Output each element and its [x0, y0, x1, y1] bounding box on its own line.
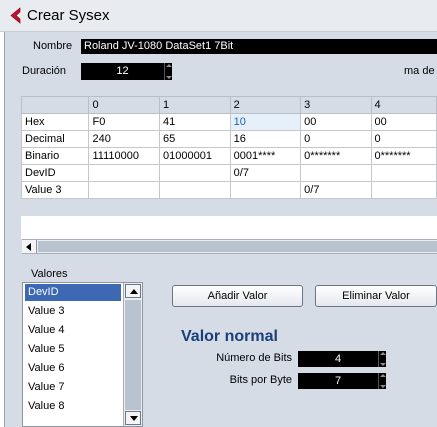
list-item[interactable]: Value 4: [25, 322, 121, 339]
list-item[interactable]: Value 8: [25, 398, 121, 415]
table-cell[interactable]: [300, 164, 372, 182]
table-cell[interactable]: [88, 164, 161, 182]
table-cell[interactable]: F0: [88, 113, 161, 131]
cubase-logo-icon: [10, 7, 21, 24]
checksum-label: ma de: [404, 65, 435, 77]
table-cell[interactable]: 11110000: [88, 147, 161, 165]
duration-stepper[interactable]: [164, 63, 172, 80]
name-field[interactable]: Roland JV-1080 DataSet1 7Bit: [81, 39, 437, 54]
list-item[interactable]: Value 6: [25, 360, 121, 377]
table-cell[interactable]: [88, 181, 161, 199]
table-cell[interactable]: 41: [159, 113, 231, 131]
table-cell[interactable]: [159, 164, 231, 182]
table-cell[interactable]: 0/7: [229, 164, 302, 182]
table-row: Binario 11110000 01000001 0001**** 0****…: [20, 147, 437, 165]
scroll-thumb[interactable]: [38, 241, 437, 252]
sysex-table: 0 1 2 3 4 Hex F0 41 10 00 00 Decimal 240…: [20, 96, 437, 199]
table-cell[interactable]: [159, 181, 231, 199]
row-label: DevID: [20, 164, 90, 182]
table-empty-area: [21, 216, 437, 239]
table-cell[interactable]: 0: [300, 130, 372, 148]
name-label: Nombre: [33, 40, 73, 52]
bits-count-stepper[interactable]: [378, 351, 386, 367]
table-cell[interactable]: 240: [88, 130, 161, 148]
decrement-icon[interactable]: [380, 385, 386, 388]
duration-label: Duración: [22, 65, 67, 77]
column-header[interactable]: 4: [370, 96, 437, 114]
values-list[interactable]: DevID Value 3 Value 4 Value 5 Value 6 Va…: [22, 282, 143, 427]
table-cell[interactable]: 65: [159, 130, 231, 148]
table-cell[interactable]: 0: [370, 130, 437, 148]
table-row: Decimal 240 65 16 0 0: [20, 130, 437, 148]
table-cell[interactable]: 00: [370, 113, 437, 131]
increment-icon[interactable]: [166, 64, 172, 67]
remove-value-button[interactable]: Eliminar Valor: [315, 285, 437, 307]
title-bar: Crear Sysex: [0, 0, 437, 32]
chevron-up-icon: [130, 289, 138, 294]
list-item[interactable]: Value 7: [25, 379, 121, 396]
table-cell[interactable]: 0/7: [300, 181, 372, 199]
table-row: Hex F0 41 10 00 00: [20, 113, 437, 131]
scroll-thumb[interactable]: [125, 300, 141, 410]
table-cell[interactable]: 0*******: [370, 147, 437, 165]
table-row: DevID 0/7: [20, 164, 437, 182]
row-label: Hex: [20, 113, 90, 131]
table-header-row: 0 1 2 3 4: [20, 96, 437, 114]
row-label: Decimal: [20, 130, 90, 148]
table-cell[interactable]: [370, 164, 437, 182]
bits-per-byte-stepper[interactable]: [378, 373, 386, 389]
bits-per-byte-label: Bits por Byte: [229, 374, 292, 386]
table-cell[interactable]: 00: [300, 113, 372, 131]
list-item[interactable]: Value 5: [25, 341, 121, 358]
values-label: Valores: [31, 268, 68, 280]
increment-icon[interactable]: [380, 374, 386, 377]
chevron-down-icon: [130, 416, 138, 421]
list-item[interactable]: Value 3: [25, 303, 121, 320]
vertical-scrollbar[interactable]: [123, 283, 142, 426]
horizontal-scrollbar[interactable]: [22, 239, 437, 254]
column-header: [20, 96, 90, 114]
table-cell[interactable]: 16: [229, 130, 302, 148]
scroll-down-button[interactable]: [125, 411, 141, 425]
table-cell[interactable]: 01000001: [159, 147, 231, 165]
table-cell[interactable]: [229, 181, 302, 199]
table-cell[interactable]: 0*******: [300, 147, 372, 165]
table-cell[interactable]: [370, 181, 437, 199]
increment-icon[interactable]: [380, 352, 386, 355]
bits-count-label: Número de Bits: [216, 352, 292, 364]
column-header[interactable]: 3: [300, 96, 372, 114]
decrement-icon[interactable]: [166, 76, 172, 79]
bits-count-field[interactable]: 4: [298, 351, 378, 367]
row-label: Binario: [20, 147, 90, 165]
bits-per-byte-field[interactable]: 7: [298, 373, 378, 389]
table-cell[interactable]: 0001****: [229, 147, 302, 165]
duration-field[interactable]: 12: [81, 63, 164, 80]
scroll-left-button[interactable]: [22, 240, 37, 253]
table-row: Value 3 0/7: [20, 181, 437, 199]
list-item[interactable]: DevID: [25, 284, 121, 301]
chevron-left-icon: [26, 243, 31, 251]
value-type-heading: Valor normal: [181, 328, 278, 345]
column-header[interactable]: 1: [159, 96, 231, 114]
row-label: Value 3: [20, 181, 90, 199]
decrement-icon[interactable]: [380, 363, 386, 366]
column-header[interactable]: 0: [88, 96, 161, 114]
scroll-up-button[interactable]: [125, 284, 141, 298]
window-title: Crear Sysex: [27, 7, 110, 24]
column-header[interactable]: 2: [229, 96, 302, 114]
add-value-button[interactable]: Añadir Valor: [172, 285, 303, 307]
table-cell-selected[interactable]: 10: [229, 113, 302, 131]
